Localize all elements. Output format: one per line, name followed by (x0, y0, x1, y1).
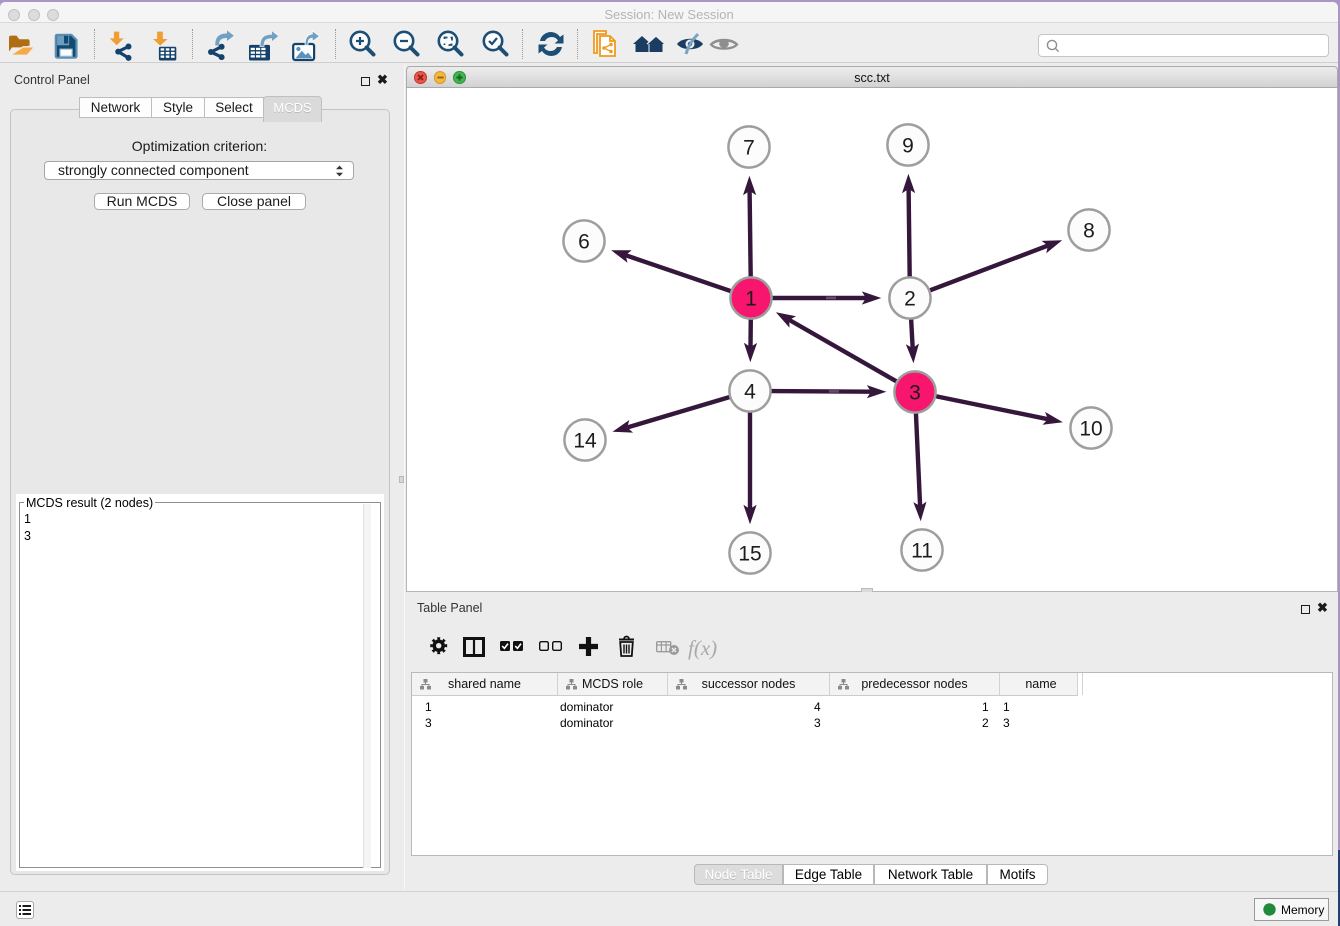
svg-text:14: 14 (573, 429, 597, 452)
svg-text:6: 6 (578, 230, 590, 253)
svg-text:7: 7 (743, 136, 755, 159)
svg-text:1: 1 (745, 287, 757, 310)
svg-text:8: 8 (1083, 219, 1095, 242)
svg-text:4: 4 (744, 380, 756, 403)
svg-text:2: 2 (904, 287, 916, 310)
svg-text:10: 10 (1079, 417, 1102, 440)
svg-text:3: 3 (909, 381, 921, 404)
svg-text:15: 15 (738, 542, 761, 565)
svg-text:11: 11 (911, 539, 933, 562)
svg-text:9: 9 (902, 134, 914, 157)
